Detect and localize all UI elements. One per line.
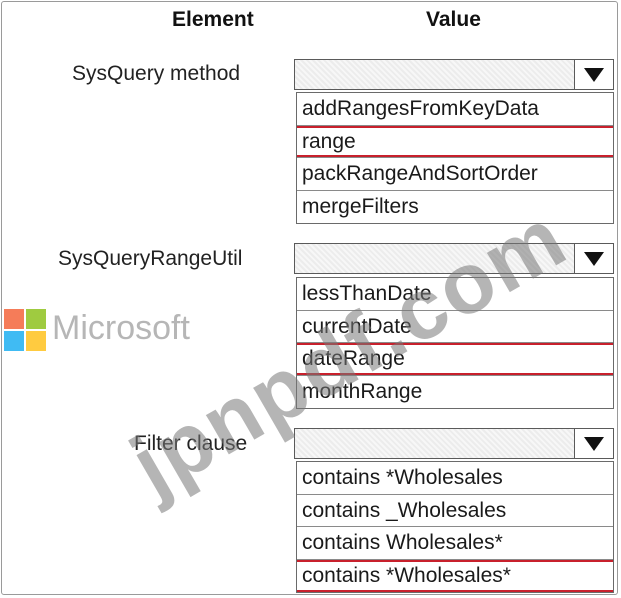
sysquery-method-dropdown[interactable] [294,59,614,90]
option-contains-star-wholesales-star[interactable]: contains *Wholesales* [297,559,613,592]
option-lessthandate[interactable]: lessThanDate [297,278,613,311]
option-contains-star-wholesales[interactable]: contains *Wholesales [297,462,613,495]
element-column-header: Element [172,8,254,31]
sysqueryrangeutil-dropdown[interactable] [294,243,614,274]
triangle-down-icon [584,67,604,82]
filter-clause-options: contains *Wholesales contains _Wholesale… [296,461,614,593]
option-mergefilters[interactable]: mergeFilters [297,191,613,224]
sysqueryrangeutil-label: SysQueryRangeUtil [58,247,243,270]
option-contains-underscore-wholesales[interactable]: contains _Wholesales [297,495,613,527]
value-column-header: Value [426,8,481,31]
sysqueryrangeutil-options: lessThanDate currentDate dateRange month… [296,277,614,409]
option-monthrange[interactable]: monthRange [297,376,613,409]
triangle-down-icon [584,436,604,451]
option-addrangesfromkeydata[interactable]: addRangesFromKeyData [297,93,613,126]
triangle-down-icon [584,251,604,266]
option-range[interactable]: range [297,125,613,158]
option-currentdate[interactable]: currentDate [297,311,613,343]
option-packrangeandsortorder[interactable]: packRangeAndSortOrder [297,158,613,191]
sysquery-method-label: SysQuery method [72,62,241,85]
microsoft-logo-icon [4,309,48,353]
filter-clause-dropdown[interactable] [294,428,614,459]
microsoft-watermark: Microsoft [52,309,190,347]
dropdown-arrow[interactable] [574,429,613,458]
option-daterange[interactable]: dateRange [297,343,613,376]
filter-clause-label: Filter clause [134,432,248,455]
sysquery-method-options: addRangesFromKeyData range packRangeAndS… [296,92,614,224]
dropdown-arrow[interactable] [574,60,613,89]
dropdown-arrow[interactable] [574,244,613,273]
option-contains-wholesales-star[interactable]: contains Wholesales* [297,527,613,560]
